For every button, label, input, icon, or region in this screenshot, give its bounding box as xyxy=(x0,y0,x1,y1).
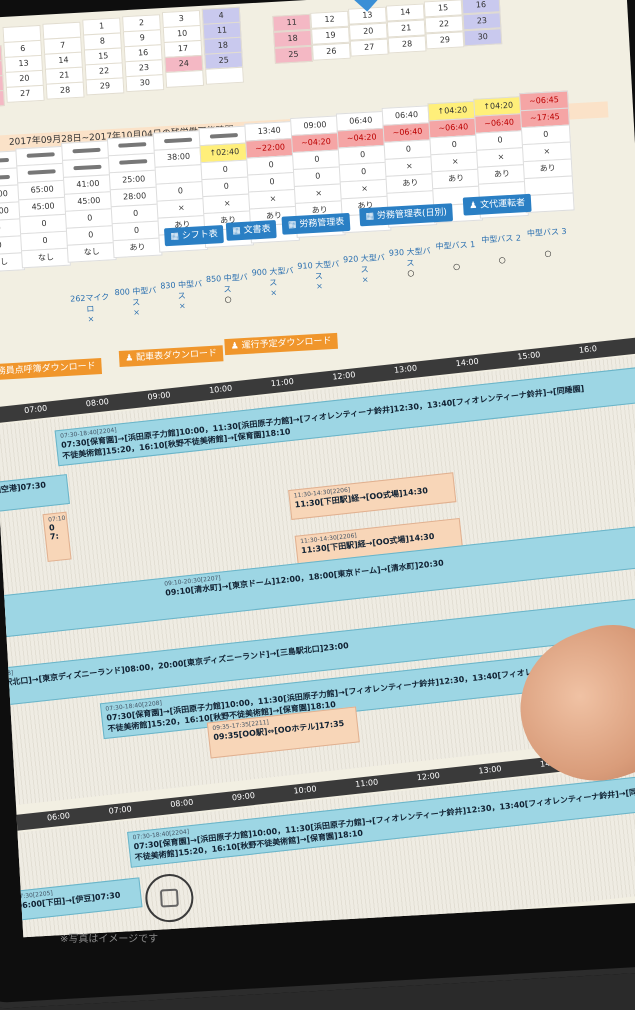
calendar-day[interactable]: 27 xyxy=(5,84,45,103)
calendar-day[interactable]: 30 xyxy=(125,73,165,92)
vehicle-status: × xyxy=(270,288,278,298)
vehicle-status: × xyxy=(87,314,95,324)
vehicle-status: × xyxy=(315,281,324,291)
hour-label: 10:00 xyxy=(293,784,318,796)
calendar-day[interactable]: 26 xyxy=(311,42,351,61)
dispatch-download-button[interactable]: ♟ 配車表ダウンロード xyxy=(118,345,224,368)
pointer-arrow-icon xyxy=(351,0,383,13)
caption-text: ※写真はイメージです xyxy=(60,934,159,945)
vehicle-header[interactable]: 850 中型バ ス xyxy=(205,272,250,296)
hour-label: 11:00 xyxy=(270,376,295,389)
vehicle-status: ○ xyxy=(407,268,415,278)
vehicle-status: × xyxy=(133,307,141,318)
calendar-day[interactable]: 26 xyxy=(0,90,5,109)
vehicle-status: × xyxy=(178,301,186,311)
calendar-day[interactable]: 28 xyxy=(387,34,427,54)
hour-label: 07:00 xyxy=(108,804,133,816)
document-table-button[interactable]: ▦ 文書表 xyxy=(225,220,278,241)
labor-table-button[interactable]: ▦ 労務管理表 xyxy=(281,212,351,235)
substitute-driver-button[interactable]: ♟ 文代運転者 xyxy=(462,193,532,216)
hour-label: 14:00 xyxy=(455,356,480,369)
hour-label: 07:00 xyxy=(23,403,48,416)
job-block[interactable]: 07:10 0 7: xyxy=(42,511,72,562)
hour-label: 16:0 xyxy=(578,343,598,355)
calendar-day[interactable]: 29 xyxy=(85,77,125,96)
hour-label: 09:00 xyxy=(147,390,171,402)
vehicle-header[interactable]: 930 大型バ ス xyxy=(387,245,432,269)
vehicle-header[interactable]: 800 中型バ ス xyxy=(113,285,158,309)
vehicle-header[interactable]: 900 大型バ ス xyxy=(250,265,295,289)
availability-cell: なし xyxy=(20,247,71,268)
vehicle-header[interactable]: 910 大型バ ス xyxy=(296,259,341,283)
vehicle-header[interactable]: 中型バス 2 xyxy=(479,232,524,245)
calendar-day[interactable]: 30 xyxy=(463,27,503,46)
hour-label: 06:00 xyxy=(46,811,71,823)
placeholder-bar xyxy=(71,147,101,154)
vehicle-status: × xyxy=(361,274,369,285)
vehicle-header[interactable]: 中型バス 3 xyxy=(525,226,570,239)
placeholder-bar xyxy=(0,157,9,163)
schedule-download-button[interactable]: ♟ 運行予定ダウンロード xyxy=(224,332,338,356)
placeholder-bar xyxy=(163,137,192,144)
vehicle-status: ○ xyxy=(544,248,552,259)
availability-cell xyxy=(524,192,575,214)
availability-cell: なし xyxy=(66,242,117,263)
tablet-screen: 5121926123467891011131415161718202122232… xyxy=(0,0,635,938)
hour-label: 12:00 xyxy=(416,770,441,783)
hour-label: 13:00 xyxy=(478,764,502,776)
placeholder-bar xyxy=(27,169,56,175)
calendar-day[interactable]: 29 xyxy=(425,31,465,50)
user-icon: ♟ xyxy=(468,200,481,212)
calendar-day[interactable] xyxy=(205,66,244,85)
download-icon: ♟ xyxy=(124,353,137,364)
hour-label: 08:00 xyxy=(169,797,194,810)
vehicle-header[interactable]: 中型バス 1 xyxy=(433,239,478,252)
vehicle-status: ○ xyxy=(452,261,461,272)
hour-label: 15:00 xyxy=(516,350,541,362)
vehicle-status: ○ xyxy=(498,255,507,265)
placeholder-bar xyxy=(209,132,238,139)
calendar-day[interactable]: 27 xyxy=(349,38,389,57)
hour-label: 09:00 xyxy=(231,790,256,803)
hour-label: 08:00 xyxy=(85,396,110,409)
vehicle-header[interactable]: 262マイク ロ xyxy=(67,291,112,315)
calendar-day[interactable] xyxy=(165,69,205,88)
roll-call-download-button[interactable]: 乗務員点呼簿ダウンロード xyxy=(0,358,103,381)
vehicle-status: ○ xyxy=(224,294,232,305)
hour-label: 12:00 xyxy=(331,370,356,382)
placeholder-bar xyxy=(117,142,146,149)
placeholder-bar xyxy=(26,152,55,159)
vehicle-header[interactable]: 830 中型バ ス xyxy=(159,278,204,302)
calendar-day[interactable]: 25 xyxy=(274,45,313,64)
hour-label: 10:00 xyxy=(208,383,233,395)
shift-table-button[interactable]: ▦ シフト表 xyxy=(163,225,225,247)
placeholder-bar xyxy=(118,159,147,166)
placeholder-bar xyxy=(72,164,102,170)
hour-label: 13:00 xyxy=(393,363,418,375)
availability-cell: あり xyxy=(112,237,163,258)
tablet-device: 5121926123467891011131415161718202122232… xyxy=(0,0,635,1010)
hour-label: 11:00 xyxy=(354,777,379,789)
vehicle-header[interactable]: 920 大型バ ス xyxy=(342,252,387,276)
download-icon: ♟ xyxy=(230,341,242,352)
placeholder-bar xyxy=(0,174,10,180)
calendar-day[interactable]: 28 xyxy=(45,81,85,100)
